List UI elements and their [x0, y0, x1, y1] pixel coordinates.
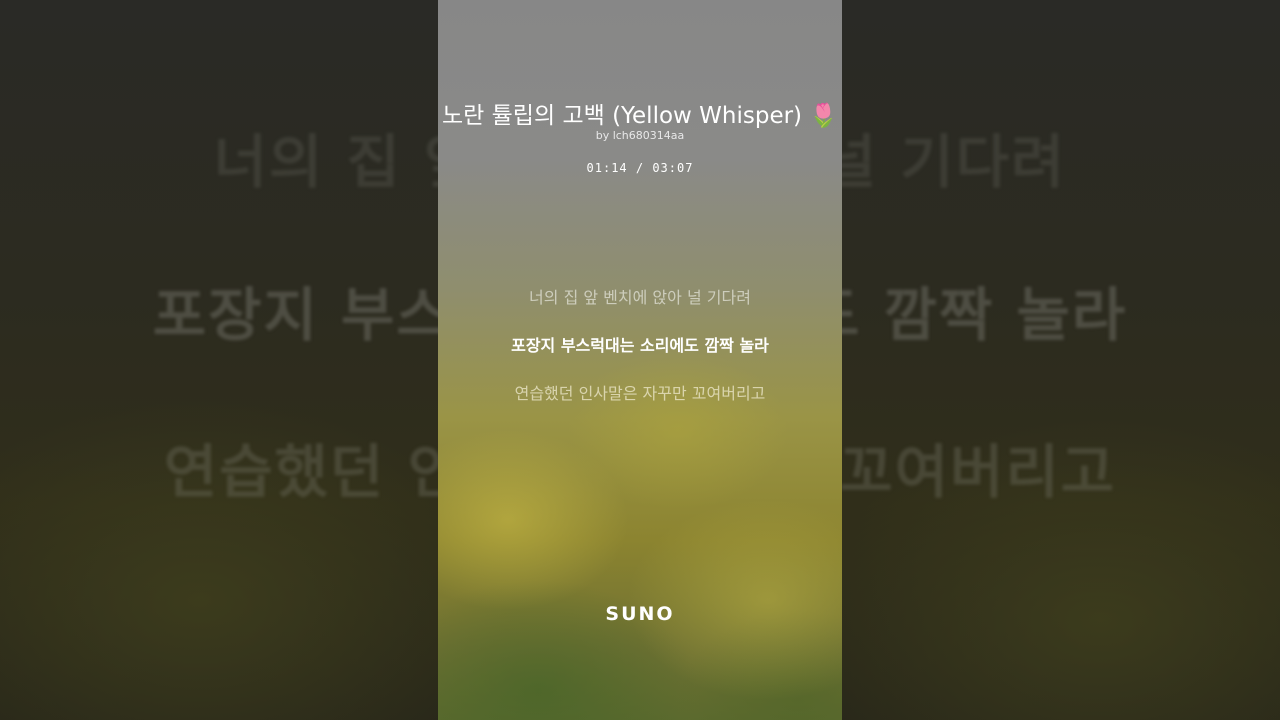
lyric-current: 포장지 부스럭대는 소리에도 깜짝 놀라	[511, 336, 769, 355]
lyric-video-frame: 노란 튤립의 고백 (Yellow Whisper) 🌷 by lch68031…	[438, 0, 842, 720]
song-title: 노란 튤립의 고백 (Yellow Whisper) 🌷	[442, 103, 838, 129]
video-player[interactable]: 너의 집 앞 벤치에 앉아 널 기다려 포장지 부스럭대는 소리에도 깜짝 놀라…	[0, 0, 1280, 720]
suno-logo: SUNO	[605, 603, 675, 625]
playback-time: 01:14 / 03:07	[586, 161, 694, 175]
lyric-next: 연습했던 인사말은 자꾸만 꼬여버리고	[514, 384, 766, 403]
song-author: by lch680314aa	[595, 129, 685, 142]
lyric-previous: 너의 집 앞 벤치에 앉아 널 기다려	[529, 288, 751, 307]
